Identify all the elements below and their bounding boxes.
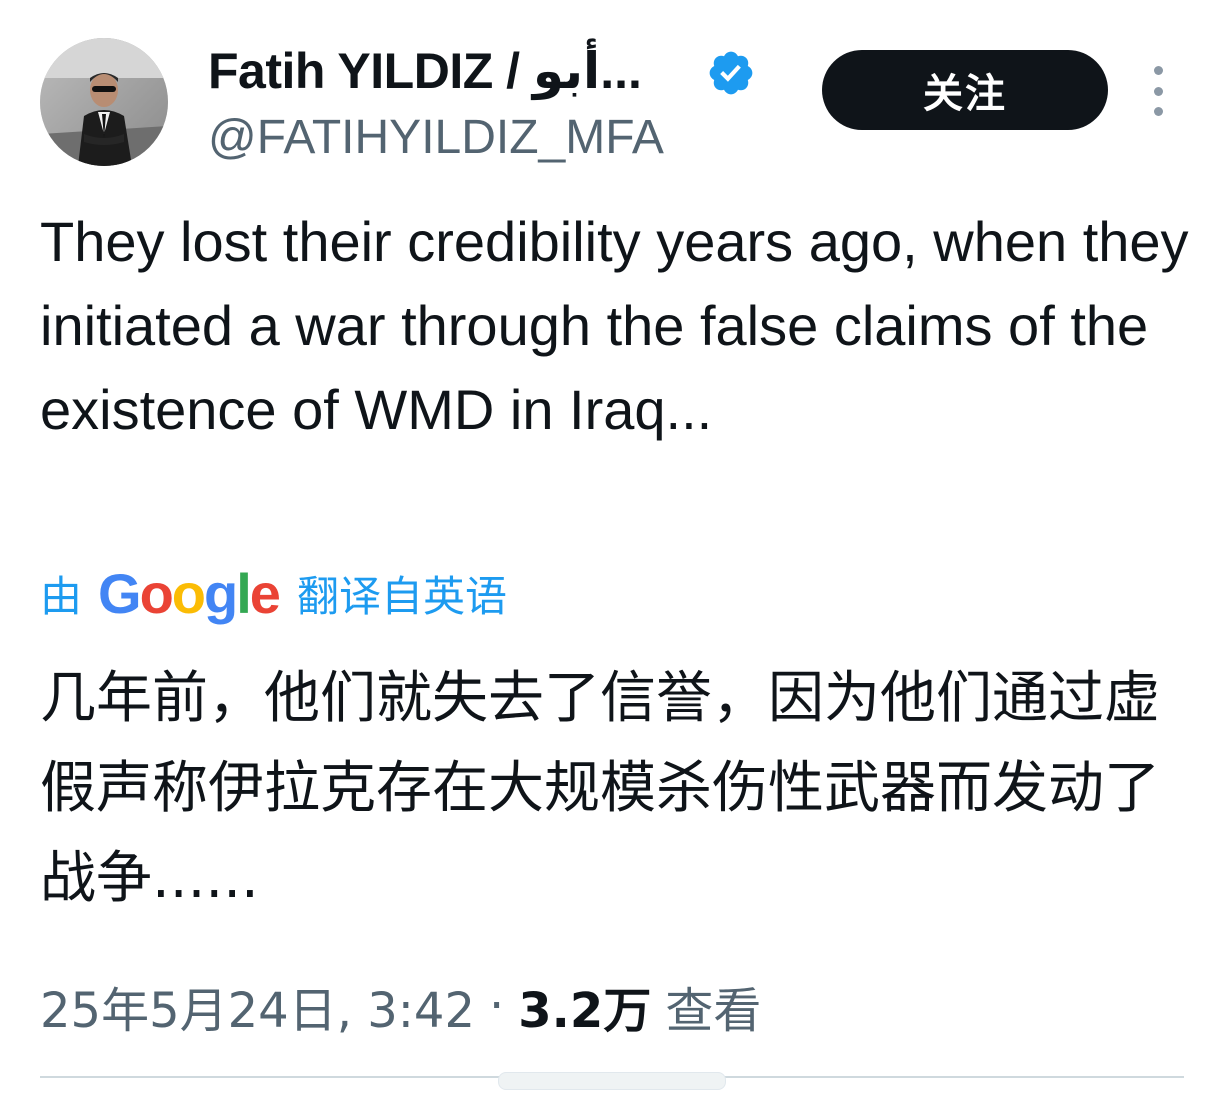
follow-button[interactable]: 关注	[822, 50, 1108, 130]
verified-badge-icon	[709, 51, 753, 95]
avatar[interactable]	[40, 38, 168, 166]
more-dot	[1153, 66, 1163, 75]
translated-tweet-text: 几年前，他们就失去了信誉，因为他们通过虚假声称伊拉克存在大规模杀伤性武器而发动了…	[40, 666, 1160, 911]
scroll-indicator[interactable]	[498, 1072, 726, 1090]
tweet-meta: 25年5月24日, 3:42 · 3.2万 查看	[40, 968, 761, 1044]
more-dot	[1153, 107, 1163, 116]
views-count: 3.2万	[518, 983, 652, 1039]
translation-attribution[interactable]: 由 Google 翻译自英语	[40, 558, 507, 628]
more-dot	[1153, 86, 1163, 96]
views-label: 查看	[665, 983, 762, 1039]
avatar-photo	[40, 38, 168, 166]
tweet-timestamp[interactable]: 25年5月24日, 3:42	[40, 971, 475, 1041]
tweet-text: They lost their credibility years ago, w…	[40, 210, 1189, 441]
display-name[interactable]: Fatih YILDIZ / أبو...	[208, 38, 642, 104]
meta-separator: ·	[489, 978, 505, 1034]
user-handle[interactable]: @FATIHYILDIZ_MFA	[208, 110, 664, 165]
translation-prefix: 由	[40, 571, 83, 621]
more-vertical-icon[interactable]	[1140, 66, 1176, 116]
translation-suffix: 翻译自英语	[296, 571, 507, 621]
google-logo: Google	[98, 561, 281, 625]
